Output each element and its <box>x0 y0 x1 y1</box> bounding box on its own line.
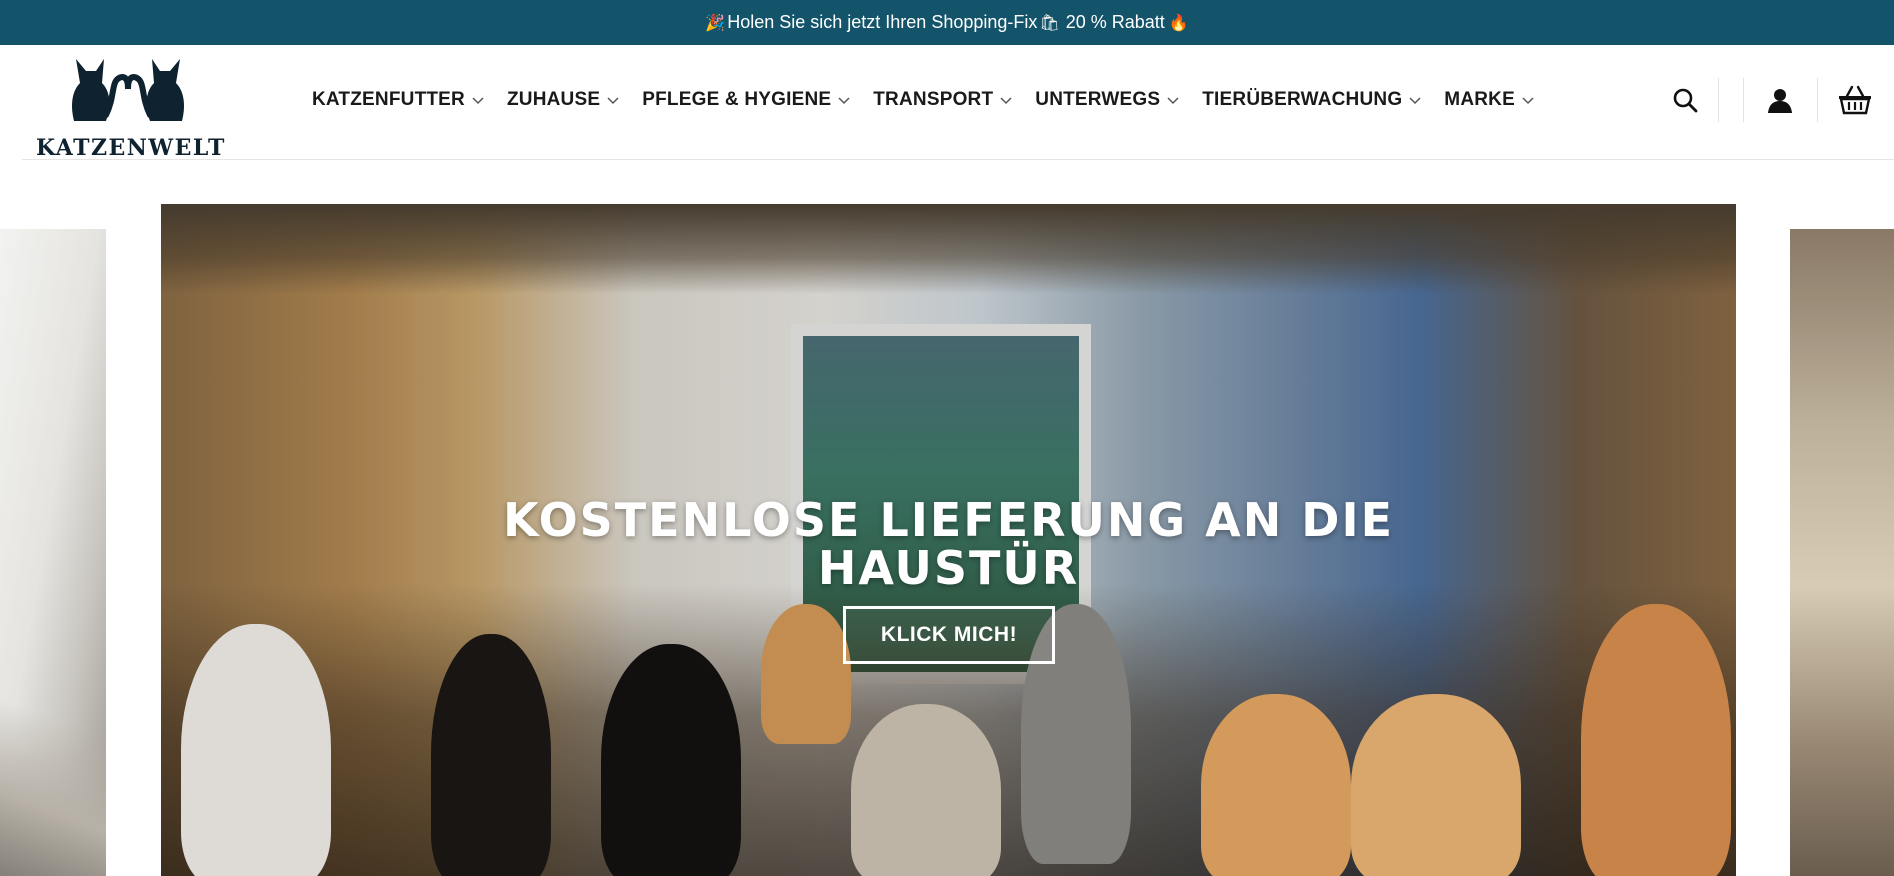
chevron-down-icon <box>607 97 619 105</box>
nav-item-zuhause[interactable]: ZUHAUSE <box>507 89 620 111</box>
basket-icon[interactable] <box>1837 85 1873 115</box>
nav-item-label: ZUHAUSE <box>506 89 601 110</box>
header-divider <box>1817 78 1818 122</box>
header-divider <box>1718 78 1719 122</box>
site-header: KATZENWELT KATZENFUTTER ZUHAUSE PFLEGE &… <box>22 45 1894 161</box>
nav-item-marke[interactable]: MARKE <box>1444 89 1535 111</box>
fire-icon: 🔥 <box>1168 14 1189 32</box>
brand-name: KATZENWELT <box>36 135 226 161</box>
shopping-bag-icon: 🛍 <box>1039 14 1060 32</box>
nav-item-label: KATZENFUTTER <box>312 89 465 110</box>
nav-item-label: UNTERWEGS <box>1035 89 1161 110</box>
hero-title-line: KOSTENLOSE LIEFERUNG AN DIE <box>502 493 1395 547</box>
chevron-down-icon <box>1000 97 1012 105</box>
nav-item-pflege-hygiene[interactable]: PFLEGE & HYGIENE <box>642 89 851 111</box>
hero-slide: KOSTENLOSE LIEFERUNG AN DIE HAUSTÜR KLIC… <box>161 204 1736 876</box>
main-nav: KATZENFUTTER ZUHAUSE PFLEGE & HYGIENE TR… <box>312 85 1557 115</box>
promo-bar: 🎉 Holen Sie sich jetzt Ihren Shopping-Fi… <box>0 0 1894 45</box>
hero-title-line: HAUSTÜR <box>817 541 1080 595</box>
chevron-down-icon <box>472 97 484 105</box>
promo-text: Holen Sie sich jetzt Ihren Shopping-Fix <box>727 12 1038 32</box>
nav-item-unterwegs[interactable]: UNTERWEGS <box>1035 89 1180 111</box>
nav-item-label: MARKE <box>1444 89 1515 110</box>
cats-logo-icon <box>72 59 184 121</box>
next-slide-preview[interactable] <box>1790 229 1894 876</box>
nav-item-label: TRANSPORT <box>873 89 994 110</box>
chevron-down-icon <box>1522 97 1534 105</box>
nav-item-katzenfutter[interactable]: KATZENFUTTER <box>312 89 485 111</box>
hero-slider[interactable]: KOSTENLOSE LIEFERUNG AN DIE HAUSTÜR KLIC… <box>0 160 1894 876</box>
nav-item-tierueberwachung[interactable]: TIERÜBERWACHUNG <box>1202 89 1422 111</box>
chevron-down-icon <box>1167 97 1179 105</box>
nav-item-label: PFLEGE & HYGIENE <box>642 89 832 110</box>
hero-title: KOSTENLOSE LIEFERUNG AN DIE HAUSTÜR <box>161 496 1736 592</box>
promo-discount: 20 % Rabatt <box>1065 12 1165 32</box>
hero-cta-button[interactable]: KLICK MICH! <box>843 606 1055 664</box>
brand-logo[interactable]: KATZENWELT <box>36 55 224 161</box>
party-icon: 🎉 <box>705 14 726 32</box>
nav-item-transport[interactable]: TRANSPORT <box>873 89 1013 111</box>
previous-slide-preview[interactable] <box>0 229 106 876</box>
search-icon[interactable] <box>1670 85 1700 115</box>
chevron-down-icon <box>838 97 850 105</box>
user-icon[interactable] <box>1765 85 1795 115</box>
chevron-down-icon <box>1409 97 1421 105</box>
header-divider <box>1743 78 1744 122</box>
nav-item-label: TIERÜBERWACHUNG <box>1202 89 1403 110</box>
